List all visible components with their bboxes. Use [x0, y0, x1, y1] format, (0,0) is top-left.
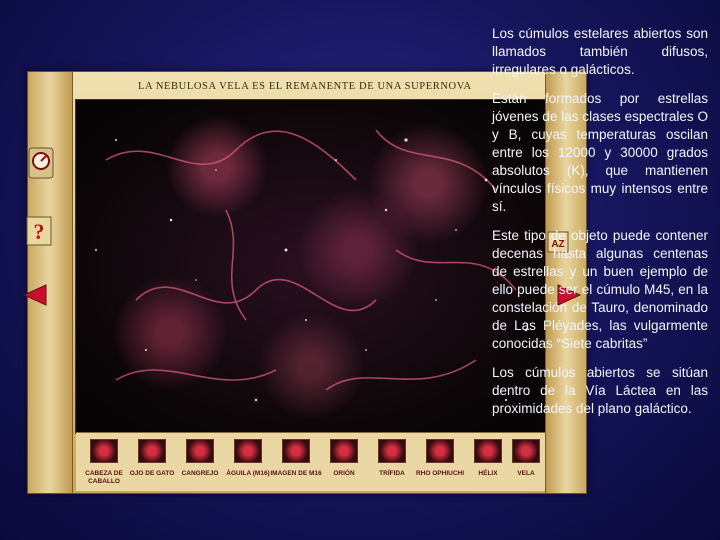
gauge-icon[interactable]	[27, 146, 54, 179]
thumbnail-rho-ophiuchi[interactable]: RHO OPHIUCHI	[416, 439, 464, 477]
thumbnail-strip: CABEZA DE CABALLO OJO DE GATO CANGREJO Á…	[76, 432, 546, 491]
paragraph: Los cúmulos estelares abiertos son llama…	[492, 26, 708, 77]
thumbnail-orion[interactable]: ORIÓN	[330, 439, 358, 477]
svg-text:?: ?	[34, 219, 45, 244]
description-panel: Los cúmulos estelares abiertos son llama…	[492, 25, 708, 429]
arrow-left-icon[interactable]	[20, 282, 47, 308]
thumbnail-ojo-de-gato[interactable]: OJO DE GATO	[130, 439, 174, 477]
paragraph: Este tipo de objeto puede contener decen…	[492, 228, 708, 351]
thumbnail-cangrejo[interactable]: CANGREJO	[182, 439, 218, 477]
paragraph: Están formados por estrellas jóvenes de …	[492, 91, 708, 214]
thumbnail-imagen-de-m16[interactable]: IMAGEN DE M16	[270, 439, 322, 477]
help-icon[interactable]: ?	[25, 215, 52, 246]
vela-nebula-image	[75, 99, 547, 434]
paragraph: Los cúmulos abiertos se sitúan dentro de…	[492, 365, 708, 416]
left-toolbar: ?	[22, 72, 73, 493]
thumbnail-aguila[interactable]: ÁGUILA (M16)	[226, 439, 270, 477]
thumbnail-trifida[interactable]: TRÍFIDA	[378, 439, 406, 477]
thumbnail-cabeza-de-caballo[interactable]: CABEZA DE CABALLO	[85, 439, 123, 485]
image-title: LA NEBULOSA VELA ES EL REMANENTE DE UNA …	[138, 81, 472, 92]
thumbnail-vela[interactable]: VELA	[512, 439, 540, 477]
thumbnail-helix[interactable]: HÉLIX	[474, 439, 502, 477]
